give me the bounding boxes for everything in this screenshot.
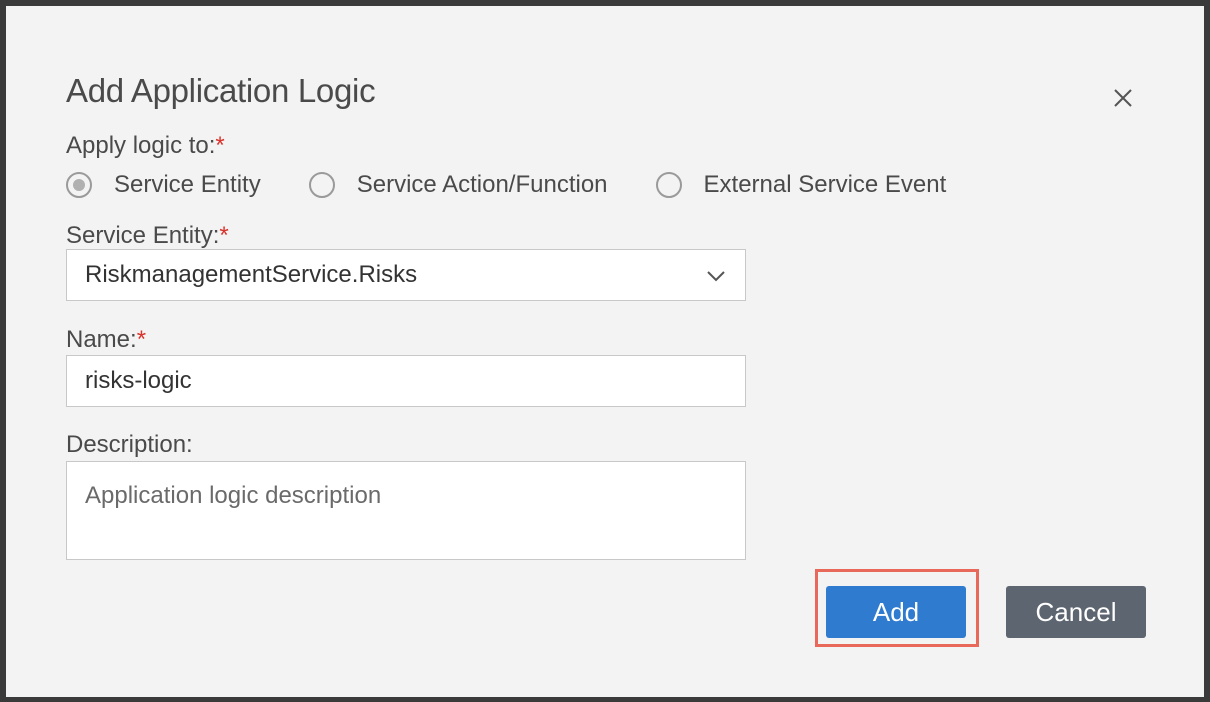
radio-service-entity[interactable]: Service Entity — [66, 171, 261, 199]
close-button[interactable] — [1111, 86, 1135, 110]
required-mark: * — [219, 222, 229, 249]
chevron-down-icon — [707, 271, 725, 282]
dialog-title: Add Application Logic — [66, 72, 376, 109]
radio-button[interactable] — [655, 172, 682, 198]
service-entity-select[interactable]: RiskmanagementService.Risks — [66, 249, 746, 301]
required-mark: * — [215, 132, 225, 159]
radio-button[interactable] — [308, 172, 335, 198]
close-icon — [1114, 89, 1132, 107]
radio-label: External Service Event — [703, 171, 947, 198]
name-label: Name:* — [66, 326, 147, 353]
add-application-logic-dialog: Add Application Logic Apply logic to:* S… — [6, 6, 1204, 697]
required-mark: * — [136, 326, 147, 353]
apply-logic-label: Apply logic to:* — [66, 132, 225, 159]
cancel-button[interactable]: Cancel — [1006, 586, 1146, 638]
service-entity-label: Service Entity:* — [66, 222, 229, 249]
name-input[interactable] — [66, 355, 746, 407]
add-button[interactable]: Add — [826, 586, 966, 638]
service-entity-value: RiskmanagementService.Risks — [85, 261, 418, 288]
radio-service-action-function[interactable]: Service Action/Function — [308, 171, 608, 199]
apply-logic-radio-group: Service Entity Service Action/Function E… — [66, 170, 994, 200]
radio-external-service-event[interactable]: External Service Event — [655, 171, 947, 199]
radio-label: Service Action/Function — [356, 171, 608, 198]
description-textarea[interactable] — [66, 461, 746, 560]
radio-button-checked[interactable] — [66, 172, 92, 198]
radio-label: Service Entity — [114, 171, 261, 198]
description-label: Description: — [66, 431, 193, 458]
